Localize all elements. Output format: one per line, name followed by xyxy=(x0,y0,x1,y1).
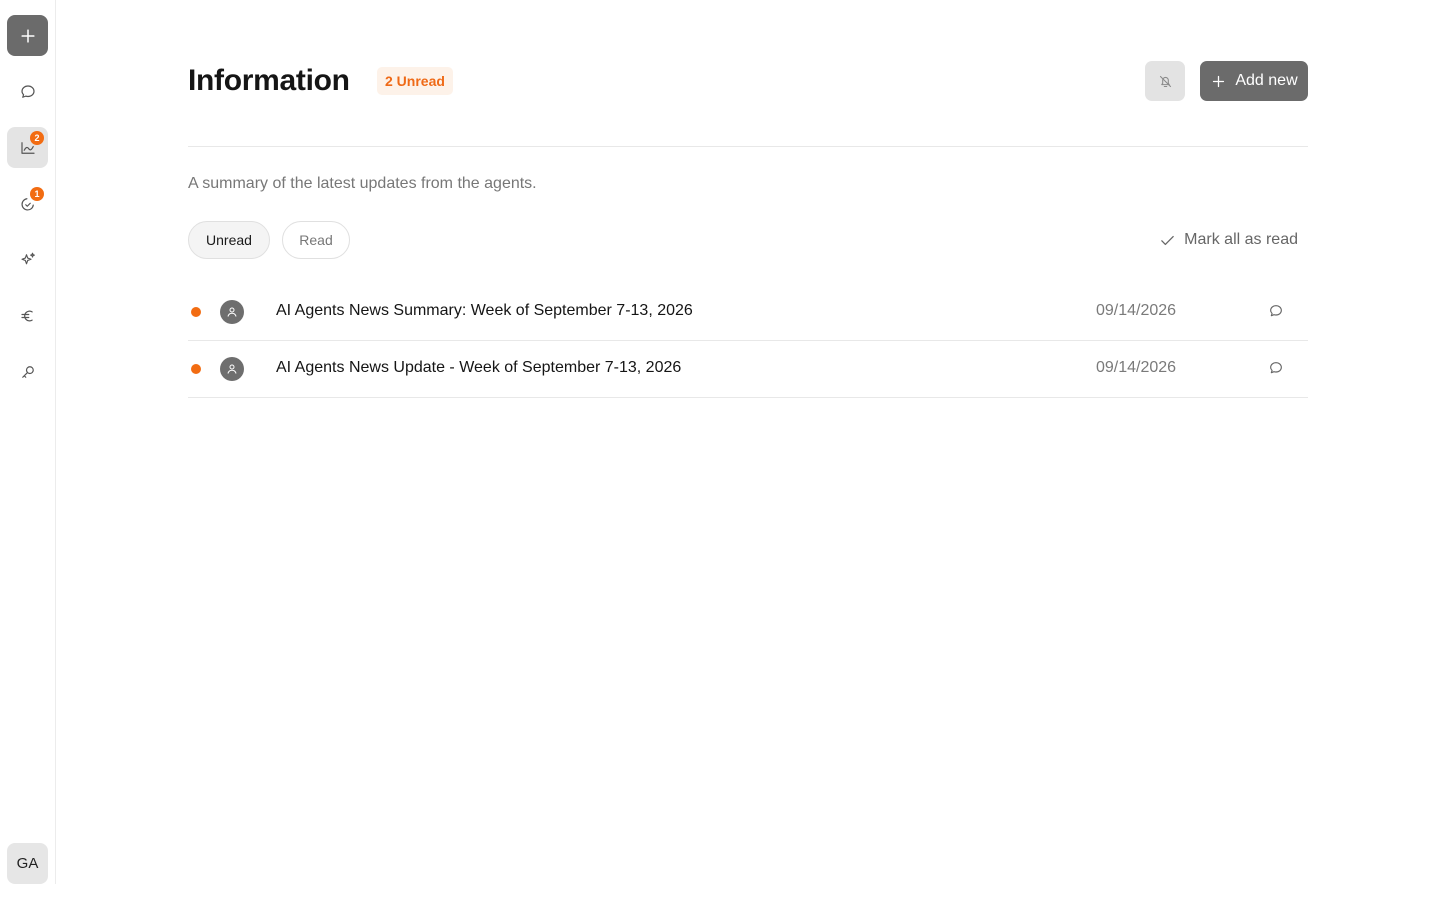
notification-title: AI Agents News Summary: Week of Septembe… xyxy=(276,302,693,319)
notification-date: 09/14/2026 xyxy=(1096,302,1177,319)
unread-count-badge: 2 Unread xyxy=(377,67,453,95)
sidebar: 2 1 GA xyxy=(0,0,56,884)
key-icon xyxy=(21,365,34,378)
notification-title: AI Agents News Update - Week of Septembe… xyxy=(276,359,682,376)
app-root: 2 1 GA Information 2 Unread Add new A su… xyxy=(0,0,1440,900)
page-header: Information 2 Unread Add new xyxy=(188,60,1308,102)
euro-icon xyxy=(20,310,33,321)
user-initials: GA xyxy=(16,855,39,872)
tab-unread[interactable]: Unread xyxy=(188,221,270,259)
header-divider xyxy=(188,146,1308,147)
page-subtitle: A summary of the latest updates from the… xyxy=(188,175,537,192)
add-new-button[interactable]: Add new xyxy=(1200,61,1308,101)
page-title: Information xyxy=(188,64,350,97)
new-chat-button[interactable] xyxy=(7,15,48,56)
user-icon xyxy=(227,364,237,374)
mark-all-read-button[interactable]: Mark all as read xyxy=(1159,229,1298,251)
mute-notifications-button[interactable] xyxy=(1145,61,1185,101)
chat-bubble-icon xyxy=(20,84,35,98)
plus-icon xyxy=(20,28,35,43)
information-count-badge: 2 xyxy=(30,131,44,145)
check-icon xyxy=(1161,235,1174,245)
sidebar-item-keys[interactable] xyxy=(7,351,48,392)
tab-read[interactable]: Read xyxy=(282,221,350,259)
sidebar-item-information[interactable]: 2 xyxy=(7,127,48,168)
notification-list: AI Agents News Summary: Week of Septembe… xyxy=(188,284,1308,398)
chat-bubble-icon[interactable] xyxy=(1268,303,1284,319)
plus-icon xyxy=(1213,75,1225,87)
sidebar-item-tasks[interactable]: 1 xyxy=(7,183,48,224)
agent-avatar xyxy=(220,300,244,324)
mark-all-read-label: Mark all as read xyxy=(1184,231,1298,248)
user-icon xyxy=(227,307,237,317)
sidebar-item-billing[interactable] xyxy=(7,295,48,336)
agent-avatar xyxy=(220,357,244,381)
tasks-count-badge: 1 xyxy=(30,187,44,201)
sidebar-item-chats[interactable] xyxy=(7,71,48,112)
sidebar-item-agents[interactable] xyxy=(7,239,48,280)
user-avatar-button[interactable]: GA xyxy=(7,843,48,884)
unread-dot xyxy=(191,364,201,374)
list-item[interactable]: AI Agents News Summary: Week of Septembe… xyxy=(188,284,1308,341)
unread-dot xyxy=(191,307,201,317)
sparkles-icon xyxy=(20,252,35,264)
list-item[interactable]: AI Agents News Update - Week of Septembe… xyxy=(188,341,1308,398)
chat-bubble-icon[interactable] xyxy=(1268,360,1284,376)
notification-date: 09/14/2026 xyxy=(1096,359,1177,376)
add-new-label: Add new xyxy=(1235,72,1298,89)
bell-off-icon xyxy=(1159,75,1171,87)
